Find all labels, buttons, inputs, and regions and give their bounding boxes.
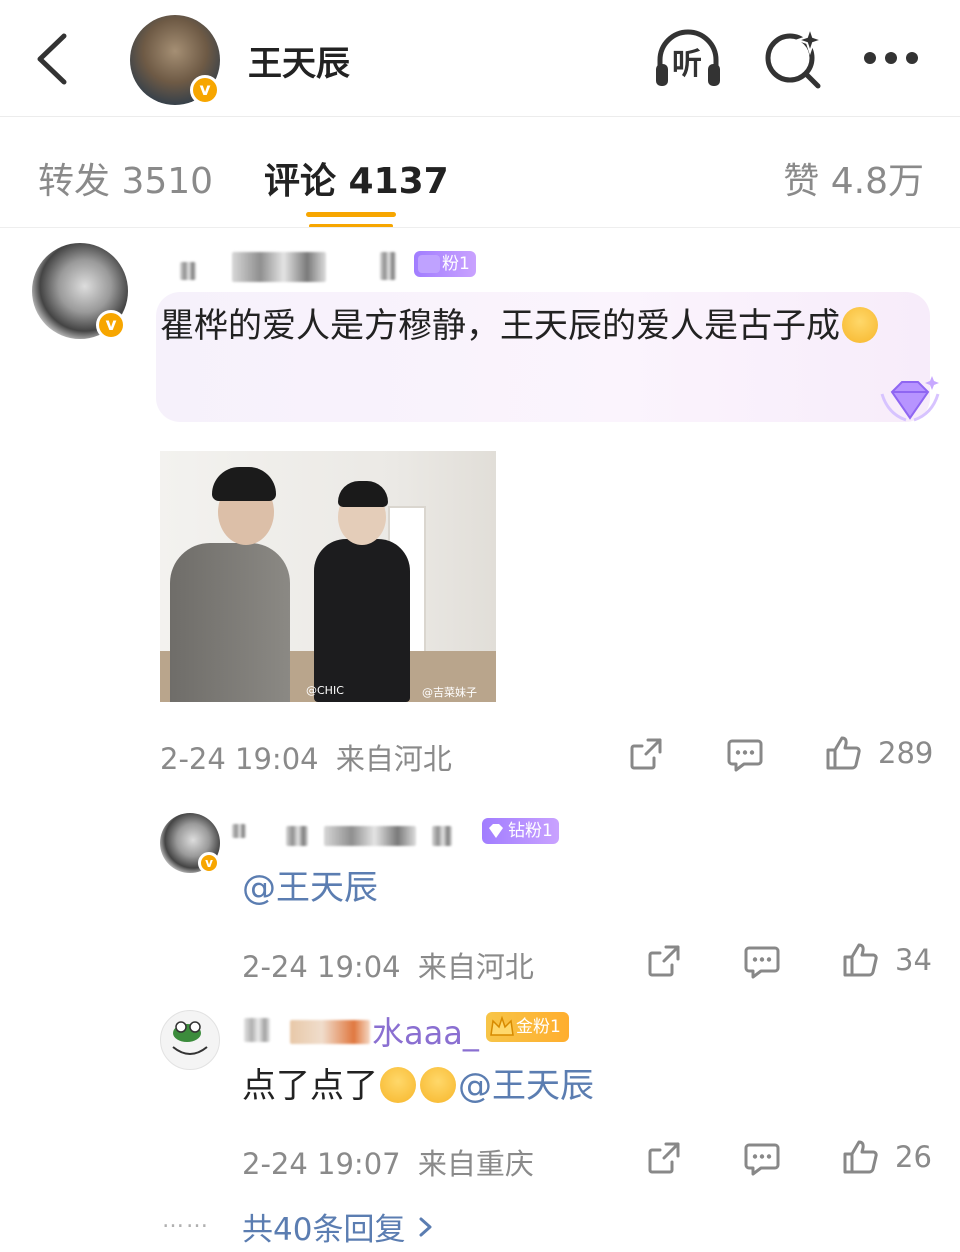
tab-likes[interactable]: 赞 4.8万	[783, 152, 924, 204]
comment-location: 来自河北	[335, 742, 452, 776]
thumbs-up-icon	[826, 736, 861, 770]
chevron-right-icon	[419, 1217, 432, 1236]
thumbs-up-icon	[843, 943, 878, 977]
fan-badge: 粉1	[414, 251, 476, 277]
like-button[interactable]: 26	[841, 1138, 932, 1176]
reply-text: 点了点了 @王天辰	[242, 1060, 594, 1112]
username-redacted[interactable]	[380, 252, 396, 280]
like-button[interactable]: 34	[841, 941, 932, 979]
username-redacted[interactable]	[286, 826, 308, 846]
reply-icon[interactable]	[743, 944, 781, 980]
reply-avatar[interactable]	[160, 1010, 220, 1070]
share-icon[interactable]	[646, 943, 682, 979]
more-replies-label: 共40条回复	[242, 1212, 406, 1248]
verified-badge-icon: v	[96, 310, 126, 340]
gold-fan-badge: 金粉1	[486, 1012, 569, 1042]
photo-watermark: @吉菜妹子	[422, 686, 477, 699]
mention-link[interactable]: @王天辰	[458, 1066, 594, 1106]
back-icon[interactable]	[30, 28, 80, 90]
share-icon[interactable]	[646, 1140, 682, 1176]
listen-label: 听	[672, 47, 702, 82]
laughing-emoji-icon	[842, 307, 878, 343]
username-redacted[interactable]	[324, 826, 416, 846]
photo-watermark: @CHIC	[306, 684, 344, 697]
comment-time: 2-24 19:04 来自河北	[160, 736, 452, 778]
frog-avatar-icon	[172, 1021, 208, 1055]
username-redacted[interactable]	[180, 262, 196, 280]
comment-text-body: 瞿桦的爱人是方穆静，王天辰的爱人是古子成	[160, 306, 840, 346]
username-redacted[interactable]	[432, 826, 452, 846]
photo-person-right	[314, 539, 410, 702]
more-replies-dots: ……	[162, 1208, 210, 1233]
comment-image[interactable]: @CHIC @吉菜妹子	[160, 451, 496, 702]
verified-badge-icon: v	[190, 75, 220, 105]
reply-timestamp: 2-24 19:07	[242, 1147, 401, 1181]
fan-badge: 钻粉1	[482, 818, 559, 844]
crown-icon	[490, 1015, 514, 1036]
page-title[interactable]: 王天辰	[248, 36, 350, 85]
username-redacted[interactable]	[232, 252, 326, 282]
comment-timestamp: 2-24 19:04	[160, 742, 319, 776]
heart-eyes-emoji-icon	[380, 1067, 416, 1103]
reply-icon[interactable]	[726, 737, 764, 773]
reply-timestamp: 2-24 19:04	[242, 950, 401, 984]
username-tail[interactable]: 水aaa_	[372, 1008, 479, 1054]
thumbs-up-icon	[843, 1140, 878, 1174]
photo-person-left	[170, 543, 290, 702]
reply-icon[interactable]	[743, 1141, 781, 1177]
listen-button[interactable]: 听	[652, 22, 724, 94]
like-button[interactable]: 289	[824, 734, 933, 772]
fan-badge-label: 金粉1	[516, 1017, 561, 1037]
username-redacted[interactable]	[290, 1020, 370, 1044]
like-count: 26	[895, 1140, 932, 1174]
mention-link[interactable]: @王天辰	[242, 862, 378, 914]
share-icon[interactable]	[628, 736, 664, 772]
tab-reposts[interactable]: 转发 3510	[38, 152, 213, 204]
diamond-icon	[489, 824, 503, 838]
like-count: 289	[878, 736, 934, 770]
active-tab-indicator	[306, 212, 396, 217]
diamond-decoration-icon	[880, 376, 940, 422]
reply-location: 来自河北	[417, 950, 534, 984]
more-replies-link[interactable]: 共40条回复	[242, 1204, 437, 1249]
reply-time: 2-24 19:04 来自河北	[242, 944, 534, 986]
like-count: 34	[895, 943, 932, 977]
username-redacted[interactable]	[232, 824, 246, 838]
fan-badge-label: 粉1	[442, 254, 470, 274]
reply-time: 2-24 19:07 来自重庆	[242, 1141, 534, 1183]
comment-text: 瞿桦的爱人是方穆静，王天辰的爱人是古子成	[160, 300, 900, 352]
username-redacted[interactable]	[244, 1018, 270, 1042]
tab-comments[interactable]: 评论 4137	[264, 152, 449, 204]
divider	[0, 227, 960, 228]
reply-text-body: 点了点了	[242, 1066, 378, 1106]
more-icon[interactable]	[862, 50, 920, 66]
reply-location: 来自重庆	[417, 1147, 534, 1181]
search-icon[interactable]	[760, 24, 832, 96]
verified-badge-icon: v	[198, 852, 220, 874]
fan-badge-label: 钻粉1	[508, 821, 553, 841]
heart-eyes-emoji-icon	[420, 1067, 456, 1103]
